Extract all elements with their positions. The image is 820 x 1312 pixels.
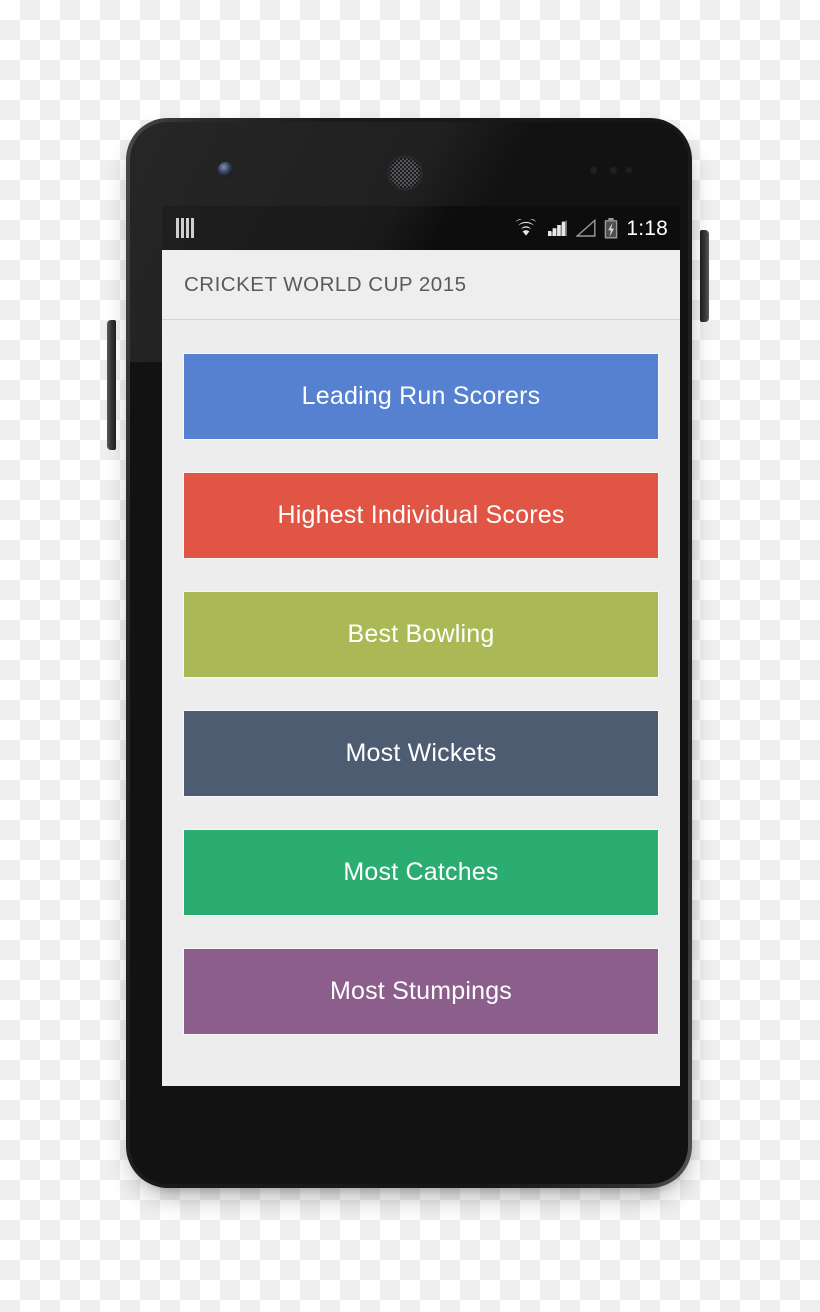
most-stumpings-button[interactable]: Most Stumpings [184, 949, 658, 1034]
menu-item-label: Best Bowling [347, 620, 495, 648]
wifi-icon [515, 219, 538, 236]
cellular-signal-empty-icon [576, 219, 596, 237]
most-wickets-button[interactable]: Most Wickets [184, 711, 658, 796]
status-bar[interactable]: 1:18 [162, 206, 680, 250]
phone-device: 1:18 CRICKET WORLD CUP 2015 Leading Run … [107, 112, 709, 1192]
page-title: CRICKET WORLD CUP 2015 [184, 272, 467, 296]
front-camera-icon [218, 162, 233, 177]
menu-item-label: Leading Run Scorers [301, 382, 541, 410]
menu-item-label: Most Stumpings [329, 977, 513, 1005]
proximity-sensor-icon [590, 167, 636, 175]
notification-bars-icon [176, 218, 194, 238]
status-bar-clock: 1:18 [626, 216, 668, 240]
best-bowling-button[interactable]: Best Bowling [184, 592, 658, 677]
status-bar-left [176, 218, 194, 238]
phone-screen: 1:18 CRICKET WORLD CUP 2015 Leading Run … [162, 206, 680, 1086]
most-catches-button[interactable]: Most Catches [184, 830, 658, 915]
power-button[interactable] [700, 230, 709, 322]
status-bar-right: 1:18 [514, 216, 668, 240]
cellular-signal-icon [547, 220, 568, 236]
menu-list: Leading Run Scorers Highest Individual S… [162, 320, 680, 1085]
earpiece-speaker-icon [389, 157, 421, 189]
leading-run-scorers-button[interactable]: Leading Run Scorers [184, 354, 658, 439]
battery-charging-icon [605, 217, 618, 238]
highest-individual-scores-button[interactable]: Highest Individual Scores [184, 473, 658, 558]
device-body: 1:18 CRICKET WORLD CUP 2015 Leading Run … [130, 122, 688, 1184]
volume-rocker-button[interactable] [107, 320, 116, 450]
menu-item-label: Highest Individual Scores [277, 501, 565, 529]
action-bar: CRICKET WORLD CUP 2015 [162, 250, 680, 320]
menu-item-label: Most Wickets [345, 739, 497, 767]
menu-item-label: Most Catches [343, 858, 499, 886]
